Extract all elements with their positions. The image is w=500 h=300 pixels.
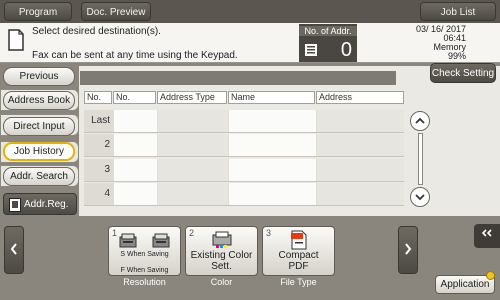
resolution-button[interactable]: 1 S When Saving F When Saving: [108, 226, 181, 276]
table-row[interactable]: 4: [84, 183, 404, 206]
file-type-button[interactable]: 3 Compact PDF: [262, 226, 335, 276]
collapse-panel-button[interactable]: [474, 224, 500, 248]
sidebar-item-address-book[interactable]: Address Book: [3, 91, 75, 110]
instruction-text: Select desired destination(s).: [32, 26, 161, 37]
table-cell: [317, 183, 404, 205]
table-cell: [158, 110, 228, 132]
resolution-label: Resolution: [123, 277, 166, 287]
scroll-down-button[interactable]: [410, 187, 430, 207]
table-cell: [229, 159, 316, 181]
color-button[interactable]: 2 Existing Color Sett.: [185, 226, 258, 276]
top-bar: Program Doc. Preview Job List: [0, 0, 500, 23]
column-header-address-type: Address Type: [157, 91, 227, 104]
address-counter-label: No. of Addr.: [299, 26, 357, 36]
row-number: 3: [84, 159, 113, 181]
address-register-icon: [9, 198, 21, 212]
status-info: 03/ 16/ 2017 06:41 Memory 99%: [416, 25, 466, 61]
table-cell: [229, 183, 316, 205]
scrollbar-track[interactable]: [418, 133, 423, 185]
table-cell: [114, 134, 157, 156]
color-label: Color: [210, 277, 233, 287]
table-cell: [229, 110, 316, 132]
row-number: Last: [84, 110, 113, 132]
function-number: 2: [189, 228, 195, 238]
table-row[interactable]: 3: [84, 159, 404, 182]
column-header-address: Address: [316, 91, 404, 104]
memory-value: 99%: [447, 51, 466, 61]
table-cell: [158, 159, 228, 181]
table-header: No. No. Address Type Name Address: [84, 91, 404, 104]
previous-button[interactable]: Previous: [3, 67, 75, 86]
column-header-no: No.: [84, 91, 112, 104]
table-row[interactable]: Last: [84, 110, 404, 133]
program-tab[interactable]: Program: [4, 2, 72, 21]
color-printer-icon: [212, 231, 232, 248]
sidebar-item-direct-input[interactable]: Direct Input: [3, 117, 75, 136]
scroll-up-button[interactable]: [410, 111, 430, 131]
address-counter: No. of Addr. 0: [299, 24, 357, 62]
table-cell: [317, 134, 404, 156]
keypad-hint-text: Fax can be sent at any time using the Ke…: [32, 50, 238, 61]
table-cell: [114, 159, 157, 181]
color-setting-text: Existing Color Sett.: [190, 250, 253, 272]
check-setting-button[interactable]: Check Setting: [430, 63, 496, 83]
table-cell: [114, 183, 157, 205]
resolution-fax-text: F When Saving: [120, 267, 169, 274]
scanner-icon: [119, 233, 137, 248]
document-icon: [8, 29, 24, 51]
scanner-icon: [152, 233, 170, 248]
row-number: 4: [84, 183, 113, 205]
table-cell: [229, 134, 316, 156]
table-cell: [317, 159, 404, 181]
sidebar-item-job-history[interactable]: Job History: [3, 142, 75, 161]
address-counter-value: 0: [340, 39, 352, 61]
chevron-left-icon: [10, 243, 17, 255]
chevron-right-icon: [405, 243, 412, 255]
notification-dot-icon: [486, 271, 495, 280]
table-cell: [317, 110, 404, 132]
chevron-down-icon: [415, 194, 425, 201]
table-cell: [158, 183, 228, 205]
file-type-text: Compact PDF: [278, 250, 319, 272]
function-number: 1: [112, 228, 118, 238]
chevron-up-icon: [415, 117, 425, 124]
pdf-file-icon: [291, 230, 307, 250]
list-icon: [305, 44, 317, 56]
double-chevron-left-icon: [481, 229, 492, 237]
resolution-send-text: S When Saving: [120, 251, 169, 258]
destination-display-bar: [80, 71, 396, 85]
previous-page-button[interactable]: [4, 226, 24, 274]
sidebar-item-addr-search[interactable]: Addr. Search: [3, 167, 75, 186]
file-type-label: File Type: [280, 277, 317, 287]
doc-preview-tab[interactable]: Doc. Preview: [81, 2, 151, 21]
job-list-tab[interactable]: Job List: [420, 2, 496, 21]
next-page-button[interactable]: [398, 226, 418, 274]
addr-reg-label: Addr.Reg.: [24, 199, 69, 210]
column-header-name: Name: [228, 91, 315, 104]
function-number: 3: [266, 228, 272, 238]
table-cell: [158, 134, 228, 156]
table-cell: [114, 110, 157, 132]
addr-reg-button[interactable]: Addr.Reg.: [3, 193, 77, 215]
column-header-no-2: No.: [113, 91, 156, 104]
table-row[interactable]: 2: [84, 134, 404, 157]
row-number: 2: [84, 134, 113, 156]
